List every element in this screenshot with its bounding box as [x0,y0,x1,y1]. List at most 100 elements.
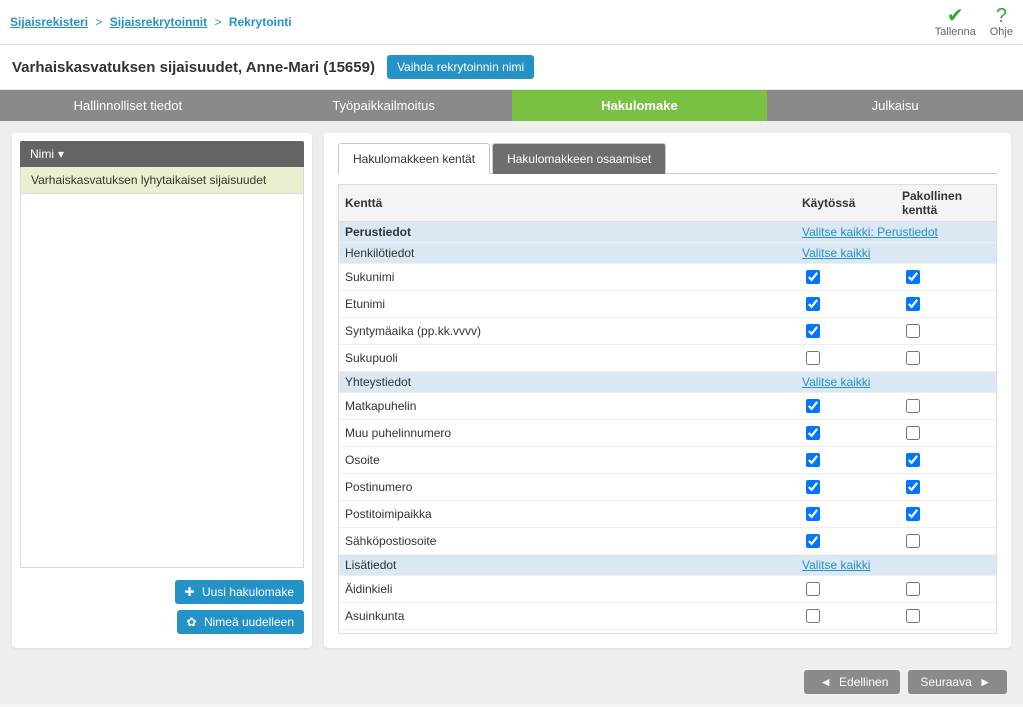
titlebar: Varhaiskasvatuksen sijaisuudet, Anne-Mar… [0,45,1023,90]
inuse-checkbox[interactable] [806,426,820,440]
main-panel: Hakulomakkeen kentät Hakulomakkeen osaam… [324,133,1011,648]
required-checkbox[interactable] [906,351,920,365]
sidebar-item[interactable]: Varhaiskasvatuksen lyhytaikaiset sijaisu… [21,167,303,194]
subtab-fields[interactable]: Hakulomakkeen kentät [338,143,490,174]
table-row: Postinumero [339,474,996,501]
bottom-nav: ◄ Edellinen Seuraava ► [0,660,1023,704]
required-checkbox[interactable] [906,324,920,338]
tab-jobad[interactable]: Työpaikkailmoitus [256,90,512,121]
required-checkbox[interactable] [906,453,920,467]
field-label: Tilanne työelämässä [339,630,796,635]
sidebar-header-label: Nimi [30,147,54,161]
required-checkbox[interactable] [906,426,920,440]
tab-admin[interactable]: Hallinnolliset tiedot [0,90,256,121]
required-checkbox[interactable] [906,270,920,284]
arrow-right-icon: ► [979,675,991,689]
breadcrumb: Sijaisrekisteri > Sijaisrekrytoinnit > R… [10,15,292,29]
field-label: Etunimi [339,291,796,318]
col-required: Pakollinen kenttä [896,185,996,222]
select-all-link[interactable]: Valitse kaikki: Perustiedot [802,225,938,239]
inuse-checkbox[interactable] [806,582,820,596]
required-checkbox[interactable] [906,507,920,521]
table-row: Sähköpostiosoite [339,528,996,555]
new-form-button[interactable]: ✚ Uusi hakulomake [175,580,304,604]
arrow-left-icon: ◄ [820,675,832,689]
save-button[interactable]: ✔ Tallenna [935,6,976,38]
plus-icon: ✚ [185,585,195,599]
table-row: Postitoimipaikka [339,501,996,528]
sidebar-header[interactable]: Nimi ▾ [20,141,304,167]
sidebar-buttons: ✚ Uusi hakulomake ✿ Nimeä uudelleen [20,580,304,640]
subgroup-label: Yhteystiedot [339,372,796,393]
field-label: Postitoimipaikka [339,501,796,528]
required-checkbox[interactable] [906,582,920,596]
field-label: Syntymäaika (pp.kk.vvvv) [339,318,796,345]
page-title: Varhaiskasvatuksen sijaisuudet, Anne-Mar… [12,59,375,76]
sub-tabs: Hakulomakkeen kentät Hakulomakkeen osaam… [338,143,997,174]
table-row: Yhteystiedot Valitse kaikki [339,372,996,393]
breadcrumb-current: Rekrytointi [229,15,292,29]
prev-button[interactable]: ◄ Edellinen [804,670,901,694]
next-label: Seuraava [920,675,971,689]
group-label: Perustiedot [339,222,796,243]
content: Nimi ▾ Varhaiskasvatuksen lyhytaikaiset … [0,121,1023,660]
inuse-checkbox[interactable] [806,480,820,494]
inuse-checkbox[interactable] [806,609,820,623]
field-label: Postinumero [339,474,796,501]
prev-label: Edellinen [839,675,888,689]
table-row: Syntymäaika (pp.kk.vvvv) [339,318,996,345]
breadcrumb-sep: > [91,15,106,29]
help-label: Ohje [990,26,1013,38]
subtab-skills[interactable]: Hakulomakkeen osaamiset [492,143,666,174]
inuse-checkbox[interactable] [806,399,820,413]
fields-table-scroll[interactable]: Kenttä Käytössä Pakollinen kenttä Perust… [338,184,997,634]
table-row: Äidinkieli [339,576,996,603]
rename-recruitment-button[interactable]: Vaihda rekrytoinnin nimi [387,55,534,79]
required-checkbox[interactable] [906,609,920,623]
next-button[interactable]: Seuraava ► [908,670,1007,694]
field-label: Muu puhelinnumero [339,420,796,447]
required-checkbox[interactable] [906,399,920,413]
col-inuse: Käytössä [796,185,896,222]
select-all-link[interactable]: Valitse kaikki [802,375,870,389]
tab-form[interactable]: Hakulomake [512,90,768,121]
table-row: Perustiedot Valitse kaikki: Perustiedot [339,222,996,243]
inuse-checkbox[interactable] [806,507,820,521]
table-row: Tilanne työelämässä [339,630,996,635]
required-checkbox[interactable] [906,297,920,311]
fields-table-wrap: Kenttä Käytössä Pakollinen kenttä Perust… [338,184,997,634]
required-checkbox[interactable] [906,480,920,494]
fields-table: Kenttä Käytössä Pakollinen kenttä Perust… [339,185,996,634]
table-row: Henkilötiedot Valitse kaikki [339,243,996,264]
select-all-link[interactable]: Valitse kaikki [802,558,870,572]
field-label: Sukunimi [339,264,796,291]
field-label: Asuinkunta [339,603,796,630]
table-row: LisätiedotValitse kaikki [339,555,996,576]
sidebar: Nimi ▾ Varhaiskasvatuksen lyhytaikaiset … [12,133,312,648]
breadcrumb-sep: > [210,15,225,29]
gear-icon: ✿ [187,615,197,629]
sort-icon: ▾ [58,147,64,161]
select-all-link[interactable]: Valitse kaikki [802,246,870,260]
inuse-checkbox[interactable] [806,270,820,284]
inuse-checkbox[interactable] [806,534,820,548]
rename-form-label: Nimeä uudelleen [204,615,294,629]
rename-form-button[interactable]: ✿ Nimeä uudelleen [177,610,304,634]
table-row: Etunimi [339,291,996,318]
table-row: Matkapuhelin [339,393,996,420]
help-button[interactable]: ? Ohje [990,6,1013,38]
inuse-checkbox[interactable] [806,351,820,365]
table-row: Muu puhelinnumero [339,420,996,447]
inuse-checkbox[interactable] [806,453,820,467]
inuse-checkbox[interactable] [806,297,820,311]
breadcrumb-link-0[interactable]: Sijaisrekisteri [10,15,88,29]
required-checkbox[interactable] [906,534,920,548]
help-icon: ? [990,6,1013,26]
breadcrumb-link-1[interactable]: Sijaisrekrytoinnit [110,15,207,29]
save-label: Tallenna [935,26,976,38]
tab-publish[interactable]: Julkaisu [767,90,1023,121]
field-label: Sähköpostiosoite [339,528,796,555]
subgroup-label: Henkilötiedot [339,243,796,264]
inuse-checkbox[interactable] [806,324,820,338]
primary-tabs: Hallinnolliset tiedot Työpaikkailmoitus … [0,90,1023,121]
